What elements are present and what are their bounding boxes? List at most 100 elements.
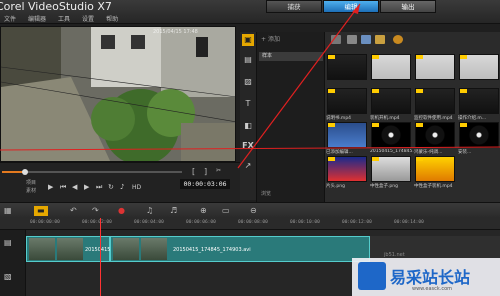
ruler-tick: 00:00:08:00 (238, 220, 268, 225)
video-track-icon[interactable]: ▤ (4, 238, 12, 247)
prev-frame-icon[interactable]: ◀ (72, 183, 77, 191)
library-thumbnail[interactable]: 鸿蒙乐-纯调... (414, 122, 455, 158)
overlay-track-icon[interactable]: ▧ (4, 272, 12, 281)
browse-button[interactable]: 浏览 (261, 190, 271, 197)
library-panel: + 添加 样本 浏览 说明书.mp4 装机开机.mp4 监控软件使用.mp4 操作介绍… (256, 32, 500, 202)
show-photo-icon[interactable] (361, 35, 371, 44)
split-clip-icon[interactable]: ✂ (216, 167, 221, 174)
thumbnail-caption: 装机开机.mp4 (370, 116, 400, 121)
fx-icon[interactable]: FX (242, 140, 254, 152)
preview-timestamp-overlay: 2015/04/15 17:48 (153, 29, 198, 35)
undo-icon[interactable]: ↶ (70, 206, 77, 216)
media-type-badge (416, 55, 423, 59)
timeline-toolbar: ▦ ▬ ↶ ↷ ● ♫ ♬ ⊕ ▭ ⊖ (0, 202, 500, 218)
thumbnail-image (371, 54, 411, 80)
zoom-icon[interactable]: ⊖ (250, 206, 257, 216)
repeat-icon[interactable]: ↻ (108, 183, 114, 191)
library-thumbnail[interactable]: 20150415_174845... (370, 122, 414, 158)
add-folder-button[interactable]: + 添加 (261, 34, 280, 43)
library-thumbnail[interactable]: 已添加编辑... (326, 122, 367, 158)
scrubber-bar[interactable] (2, 169, 182, 175)
player-controls: 项目 素材 ▶ ⏮ ◀ ▶ ⏭ ↻ ♪ HD [ ] ✂ 00:00:03:06 (0, 162, 240, 202)
watermark-text: 易采站长站 (390, 268, 471, 287)
redo-icon[interactable]: ↷ (92, 206, 99, 216)
hd-toggle[interactable]: HD (132, 184, 141, 191)
volume-icon[interactable]: ♪ (120, 183, 124, 191)
timeline-view-icon[interactable]: ▬ (34, 206, 48, 216)
media-type-badge (416, 157, 423, 161)
menu-settings[interactable]: 设置 (78, 15, 102, 24)
thumbnail-caption: 说明书.mp4 (326, 116, 352, 121)
timeline-ruler[interactable]: 00:00:00:00 00:00:02:00 00:00:04:00 00:0… (0, 218, 500, 230)
clip-mode-label[interactable]: 素材 (26, 187, 36, 194)
library-thumbnail[interactable]: 安装... (458, 122, 499, 158)
library-thumbnails: 说明书.mp4 装机开机.mp4 监控软件使用.mp4 操作介绍.m... 已添加编辑.… (326, 54, 500, 189)
graphic-icon[interactable]: ◧ (242, 120, 254, 132)
transition-icon[interactable]: ▨ (242, 76, 254, 88)
media-type-badge (372, 157, 379, 161)
title-icon[interactable]: T (242, 98, 254, 110)
thumbnail-caption: 中性盒子.png (370, 184, 398, 189)
menu-help[interactable]: 帮助 (102, 15, 126, 24)
thumbnail-caption: 已添加编辑... (326, 150, 353, 155)
show-video-icon[interactable] (347, 35, 357, 44)
app-title: Corel VideoStudio X7 (0, 0, 112, 13)
library-thumbnail[interactable]: 中性盒子.png (370, 156, 411, 192)
folder-icon[interactable] (331, 35, 341, 44)
clip-thumbnail (113, 238, 139, 260)
clip-thumbnail (141, 238, 167, 260)
show-audio-icon[interactable] (375, 35, 385, 44)
instant-project-icon[interactable]: ▤ (242, 54, 254, 66)
timecode-display[interactable]: 00:00:03:06 (180, 179, 230, 189)
mark-in-icon[interactable]: [ (192, 167, 195, 176)
end-icon[interactable]: ⏭ (96, 183, 102, 192)
project-mode-label[interactable]: 项目 (26, 179, 36, 186)
next-frame-icon[interactable]: ▶ (84, 183, 89, 191)
library-thumbnail[interactable] (327, 54, 367, 90)
media-icon[interactable]: ▣ (242, 34, 254, 46)
storyboard-view-icon[interactable]: ▦ (4, 206, 12, 216)
motion-track-icon[interactable]: ⊕ (200, 206, 207, 216)
library-thumbnail[interactable]: 片头.png (326, 156, 367, 192)
audio-mixer-icon[interactable]: ♫ (146, 206, 153, 216)
play-icon[interactable]: ▶ (48, 183, 53, 191)
home-icon[interactable]: ⏮ (60, 183, 66, 192)
library-thumbnail[interactable] (415, 54, 455, 90)
path-icon[interactable]: ↗ (242, 160, 254, 172)
library-thumbnail[interactable]: 装机开机.mp4 (370, 88, 411, 124)
thumbnail-image (371, 156, 411, 182)
thumbnail-image (415, 54, 455, 80)
timeline-clip[interactable]: 20150415_174845_174903.avi (110, 236, 370, 262)
tab-capture[interactable]: 捕获 (266, 0, 322, 13)
thumbnail-image (327, 122, 367, 148)
menu-edit[interactable]: 编辑器 (24, 15, 54, 24)
timeline-clip[interactable]: 20150415_17... (26, 236, 124, 262)
tab-edit[interactable]: 编辑 (323, 0, 379, 13)
menu-tools[interactable]: 工具 (54, 15, 78, 24)
subtitle-icon[interactable]: ▭ (222, 206, 230, 216)
clip-thumbnail (29, 238, 55, 260)
media-type-badge (328, 157, 335, 161)
record-icon[interactable]: ● (118, 206, 125, 216)
menu-file[interactable]: 文件 (0, 15, 24, 24)
library-thumbnail[interactable] (371, 54, 411, 90)
preview-window[interactable]: 2015/04/15 17:48 (0, 26, 236, 162)
title-bar: Corel VideoStudio X7 文件 编辑器 工具 设置 帮助 捕获 … (0, 0, 500, 24)
ruler-tick: 00:00:06:00 (186, 220, 216, 225)
folder-item-samples[interactable]: 样本 (259, 52, 323, 61)
scrubber-handle[interactable] (22, 169, 29, 175)
library-thumbnail[interactable]: 监控软件使用.mp4 (414, 88, 455, 124)
tab-share[interactable]: 输出 (380, 0, 436, 13)
library-thumbnail[interactable]: 中性盒子装机.mp4 (414, 156, 455, 192)
media-type-badge (372, 55, 379, 59)
library-category-bar: ▣ ▤ ▨ T ◧ FX ↗ (240, 32, 256, 200)
library-thumbnail[interactable]: 操作介绍.m... (458, 88, 499, 124)
library-thumbnail[interactable] (459, 54, 499, 90)
sort-icon[interactable] (393, 35, 403, 44)
menu-bar: 文件 编辑器 工具 设置 帮助 (0, 15, 126, 24)
auto-music-icon[interactable]: ♬ (170, 206, 177, 216)
media-type-badge (460, 89, 467, 93)
mark-out-icon[interactable]: ] (204, 167, 207, 176)
timeline-playhead[interactable] (100, 218, 101, 296)
library-thumbnail[interactable]: 说明书.mp4 (326, 88, 367, 124)
